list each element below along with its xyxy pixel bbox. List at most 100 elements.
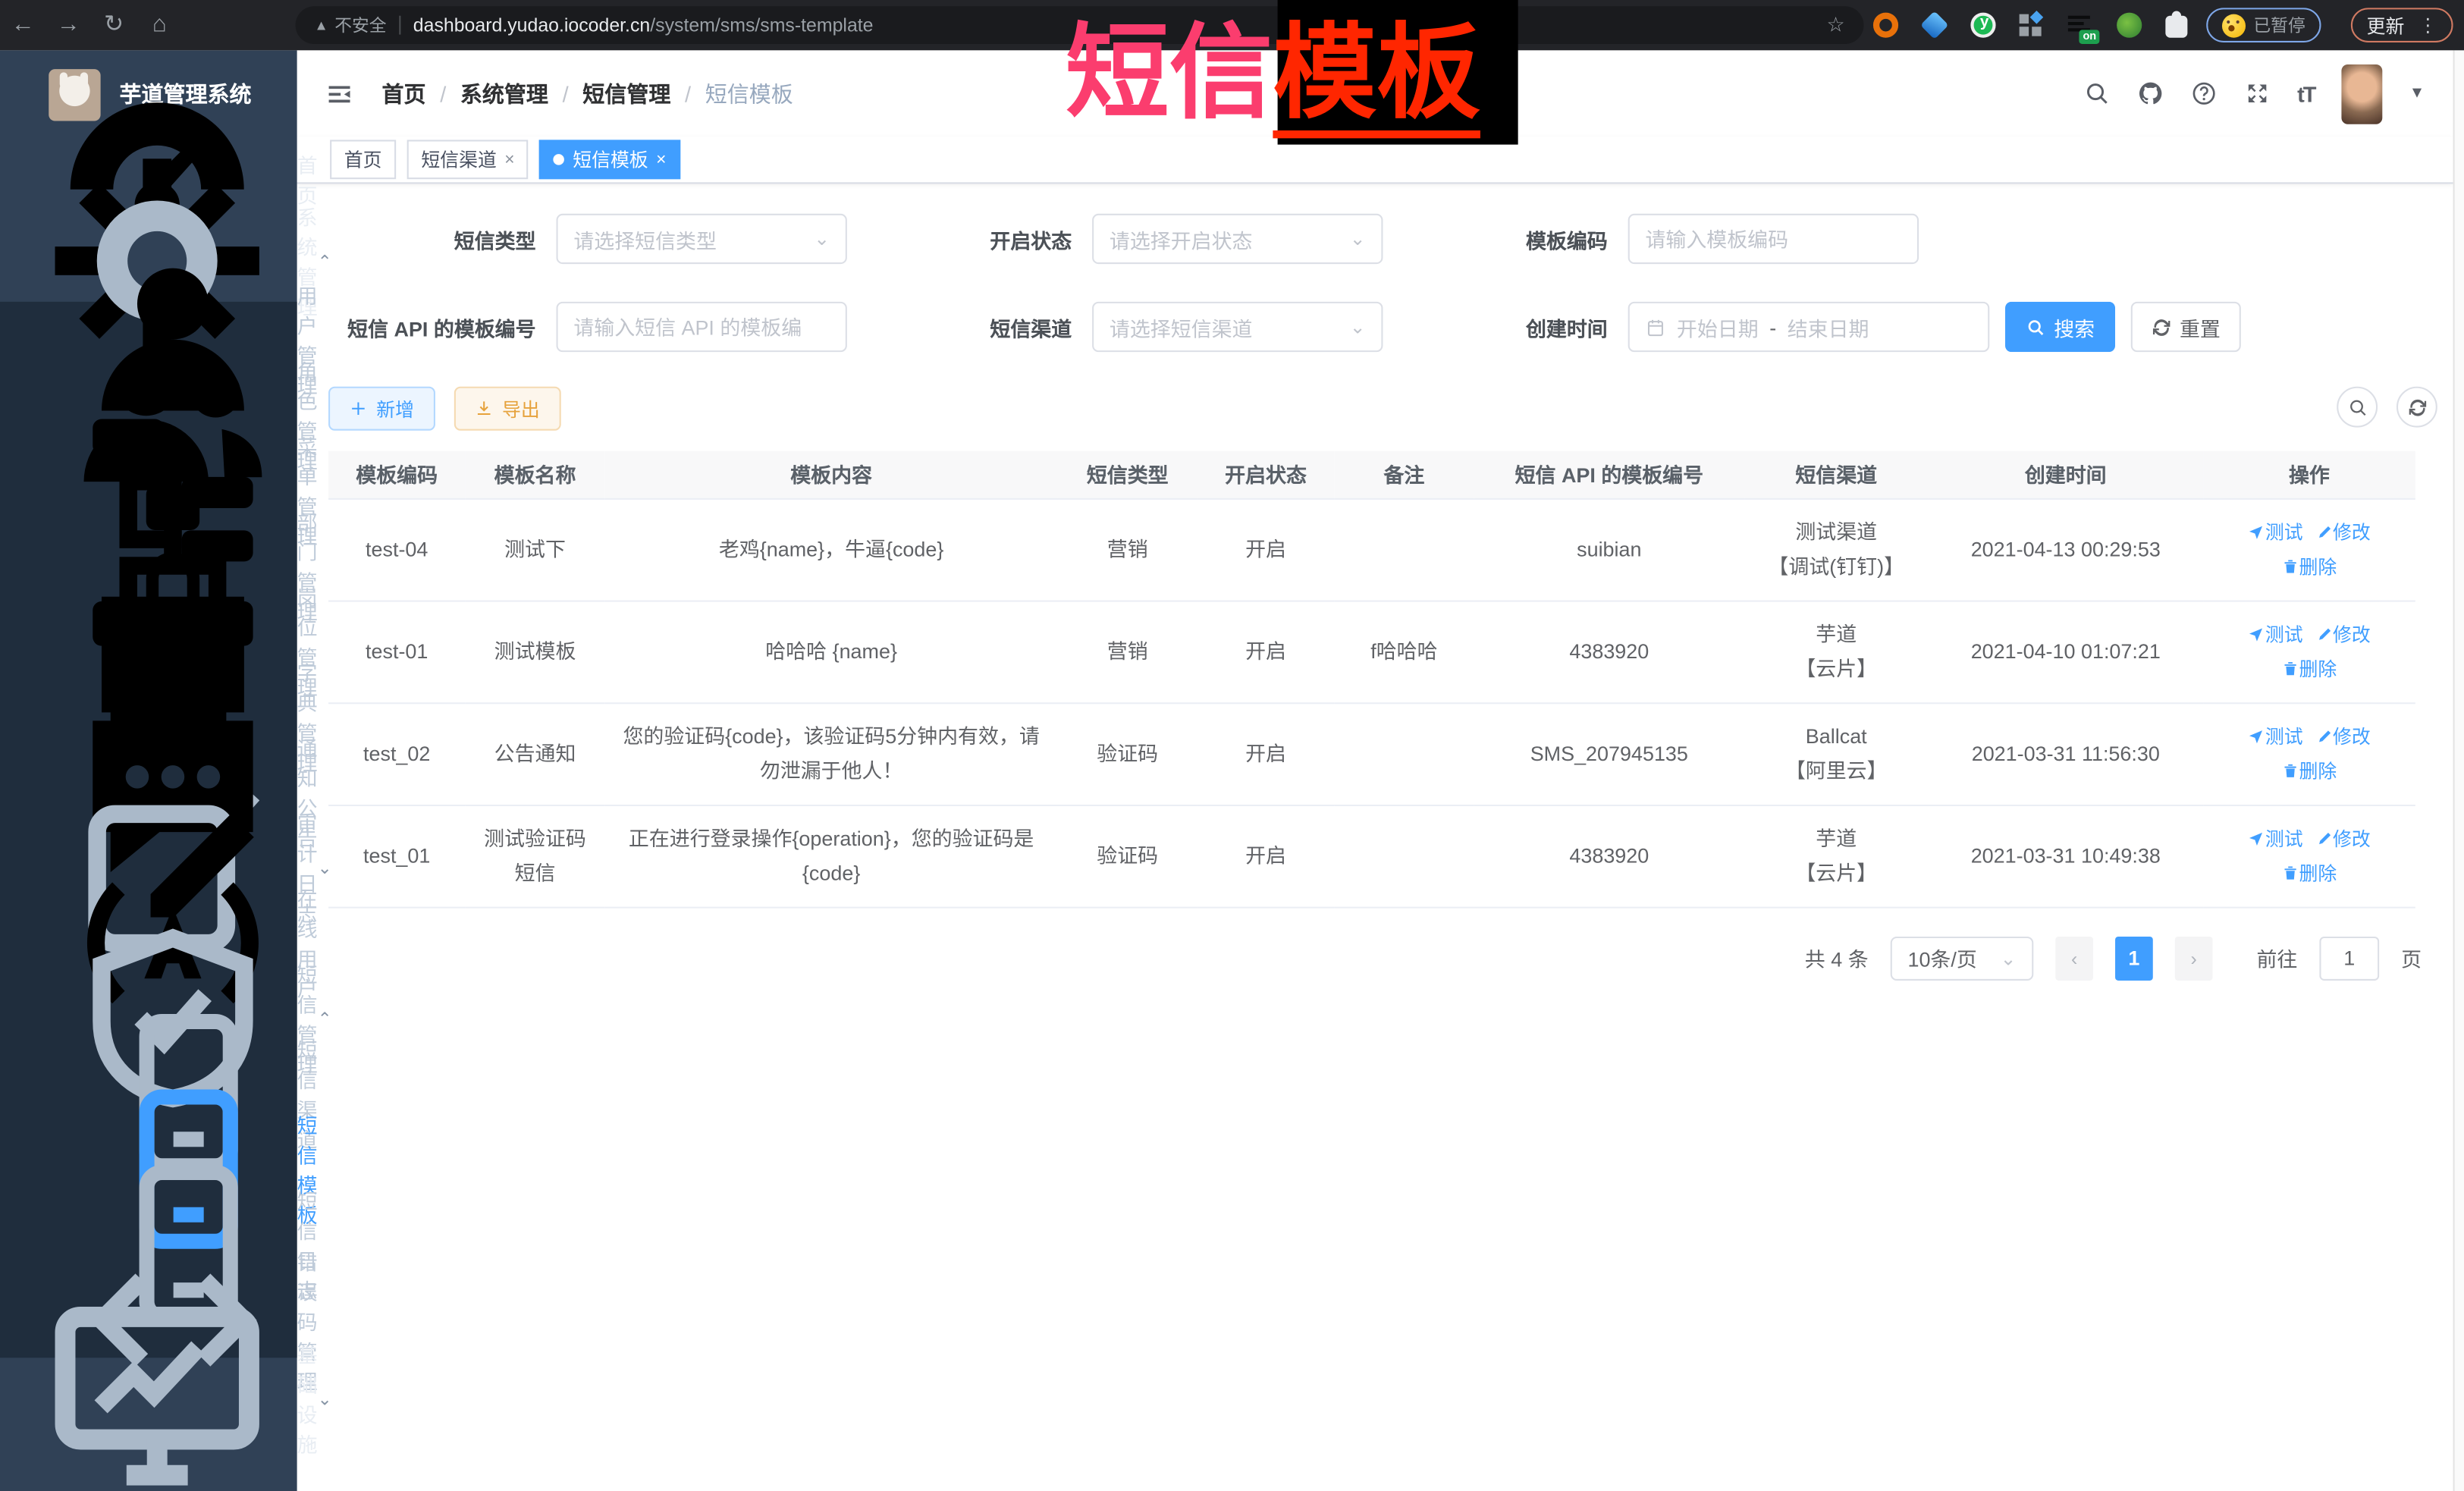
extension-list-icon[interactable]: on [2068, 13, 2093, 38]
delete-link[interactable]: 删除 [2282, 658, 2337, 680]
security-label: 不安全 [334, 13, 386, 38]
cell-channel: Ballcat【阿里云】 [1744, 702, 1928, 805]
table-header-row: 模板编码 模板名称 模板内容 短信类型 开启状态 备注 短信 API 的模板编号… [328, 451, 2415, 498]
sidebar-collapse-icon[interactable] [325, 80, 353, 108]
page-size-select[interactable]: 10条/页 ⌄ [1891, 936, 2034, 980]
chevron-down-icon: ⌄ [1350, 315, 1366, 337]
extensions-puzzle-icon[interactable] [2165, 15, 2187, 37]
template-code-input[interactable] [1645, 227, 1901, 250]
test-link[interactable]: 测试 [2248, 827, 2303, 849]
next-page-button[interactable]: › [2175, 936, 2213, 980]
page-scrollbar[interactable] [2453, 50, 2464, 1491]
close-icon[interactable]: × [504, 150, 514, 169]
extension-y-icon[interactable] [1970, 13, 1995, 38]
reload-icon[interactable]: ↻ [91, 0, 137, 50]
cell-type: 验证码 [1058, 805, 1197, 907]
test-link[interactable]: 测试 [2248, 521, 2303, 543]
close-icon[interactable]: × [656, 150, 666, 169]
goto-page-input[interactable] [2319, 936, 2379, 980]
delete-link[interactable]: 删除 [2282, 862, 2337, 884]
github-icon[interactable] [2137, 80, 2164, 107]
chevron-down-icon: ⌄ [2001, 946, 2017, 968]
breadcrumb-home[interactable]: 首页 [382, 78, 426, 109]
col-template-code: 模板编码 [328, 451, 465, 498]
test-link[interactable]: 测试 [2248, 726, 2303, 748]
api-id-input[interactable] [573, 315, 830, 338]
filter-label: 模板编码 [1400, 224, 1627, 253]
edit-link[interactable]: 修改 [2315, 827, 2371, 849]
channel-select[interactable]: 请选择短信渠道 ⌄ [1092, 302, 1383, 352]
filter-form: 短信类型 请选择短信类型 ⌄ 开启状态 请选择开启状态 ⌄ 模板编码 [328, 184, 2422, 371]
export-button[interactable]: 导出 [454, 387, 561, 431]
cell-content: 正在进行登录操作{operation}，您的验证码是{code} [605, 805, 1058, 907]
col-template-name: 模板名称 [465, 451, 604, 498]
back-icon[interactable]: ← [0, 0, 46, 50]
avatar-caret-icon[interactable]: ▼ [2409, 85, 2425, 102]
extension-icons: on [1873, 0, 2187, 50]
send-icon [2248, 830, 2265, 847]
forward-icon[interactable]: → [46, 0, 91, 50]
page-unit-label: 页 [2401, 943, 2422, 972]
edit-link[interactable]: 修改 [2315, 726, 2371, 748]
start-date-placeholder[interactable]: 开始日期 [1677, 312, 1759, 341]
cell-created: 2021-04-13 00:29:53 [1928, 498, 2203, 601]
chrome-update-button[interactable]: 更新 ⋮ [2351, 8, 2453, 42]
current-page[interactable]: 1 [2115, 936, 2153, 980]
user-avatar[interactable] [2342, 64, 2383, 124]
test-link[interactable]: 测试 [2248, 623, 2303, 645]
edit-link[interactable]: 修改 [2315, 521, 2371, 543]
tab-sms-template[interactable]: 短信模板 × [540, 140, 680, 179]
chevron-down-icon: ⌄ [1350, 228, 1366, 250]
edit-link[interactable]: 修改 [2315, 623, 2371, 645]
date-range-picker[interactable]: 开始日期 - 结束日期 [1628, 302, 1990, 352]
cell-remark: f哈哈哈 [1334, 601, 1474, 703]
extension-magnifier-icon[interactable] [2117, 13, 2142, 38]
trash-icon [2282, 660, 2299, 677]
delete-link[interactable]: 删除 [2282, 760, 2337, 782]
tab-sms-channel[interactable]: 短信渠道 × [407, 140, 529, 179]
cell-status: 开启 [1197, 498, 1334, 601]
browser-menu-icon[interactable]: ⋮ [2418, 14, 2437, 36]
pen-icon [2315, 728, 2333, 746]
pen-icon [2315, 626, 2333, 643]
home-icon[interactable]: ⌂ [137, 0, 182, 50]
prev-page-button[interactable]: ‹ [2055, 936, 2093, 980]
add-button[interactable]: 新增 [328, 387, 435, 431]
extension-kite-icon[interactable] [1920, 11, 1949, 39]
cell-channel: 芋道【云片】 [1744, 601, 1928, 703]
pagination: 共 4 条 10条/页 ⌄ ‹ 1 › 前往 页 [328, 936, 2422, 980]
breadcrumb-current: 短信模板 [705, 78, 793, 109]
sms-template-table: 模板编码 模板名称 模板内容 短信类型 开启状态 备注 短信 API 的模板编号… [328, 451, 2415, 908]
sidebar: 芋道管理系统 首页 系统管理 ⌃ 用户管理 角色管理 [0, 50, 297, 1491]
bookmark-star-icon[interactable]: ☆ [1826, 13, 1844, 38]
cell-code: test-01 [328, 601, 465, 703]
end-date-placeholder[interactable]: 结束日期 [1788, 312, 1869, 341]
cell-created: 2021-04-10 01:07:21 [1928, 601, 2203, 703]
cell-name: 测试下 [465, 498, 604, 601]
tab-home[interactable]: 首页 [330, 140, 396, 179]
show-search-button[interactable] [2337, 387, 2378, 428]
filter-created: 创建时间 开始日期 - 结束日期 [1400, 302, 1989, 352]
breadcrumb-sms[interactable]: 短信管理 [582, 78, 670, 109]
fullscreen-icon[interactable] [2244, 80, 2271, 107]
cell-name: 测试模板 [465, 601, 604, 703]
help-icon[interactable] [2190, 80, 2217, 107]
search-button[interactable]: 搜索 [2005, 302, 2115, 352]
cell-remark [1334, 805, 1474, 907]
delete-link[interactable]: 删除 [2282, 555, 2337, 577]
sms-type-select[interactable]: 请选择短信类型 ⌄ [557, 214, 847, 264]
sidebar-item-infrastructure[interactable]: 基础设施 ⌄ [0, 1358, 297, 1439]
table-row: test_02 公告通知 您的验证码{code}，该验证码5分钟内有效，请勿泄漏… [328, 702, 2415, 805]
font-size-icon[interactable]: tT [2297, 81, 2315, 106]
paused-label: 已暂停 [2253, 13, 2305, 38]
extension-ring-icon[interactable] [1873, 13, 1898, 38]
extension-grid-icon[interactable] [2020, 13, 2045, 38]
refresh-table-button[interactable] [2397, 387, 2437, 428]
cell-code: test_01 [328, 805, 465, 907]
search-icon[interactable] [2083, 80, 2110, 107]
profile-paused-chip[interactable]: 已暂停 [2206, 8, 2321, 42]
breadcrumb-system[interactable]: 系统管理 [460, 78, 548, 109]
reset-button[interactable]: 重置 [2131, 302, 2241, 352]
status-select[interactable]: 请选择开启状态 ⌄ [1092, 214, 1383, 264]
chevron-up-icon: ⌃ [318, 1008, 332, 1028]
